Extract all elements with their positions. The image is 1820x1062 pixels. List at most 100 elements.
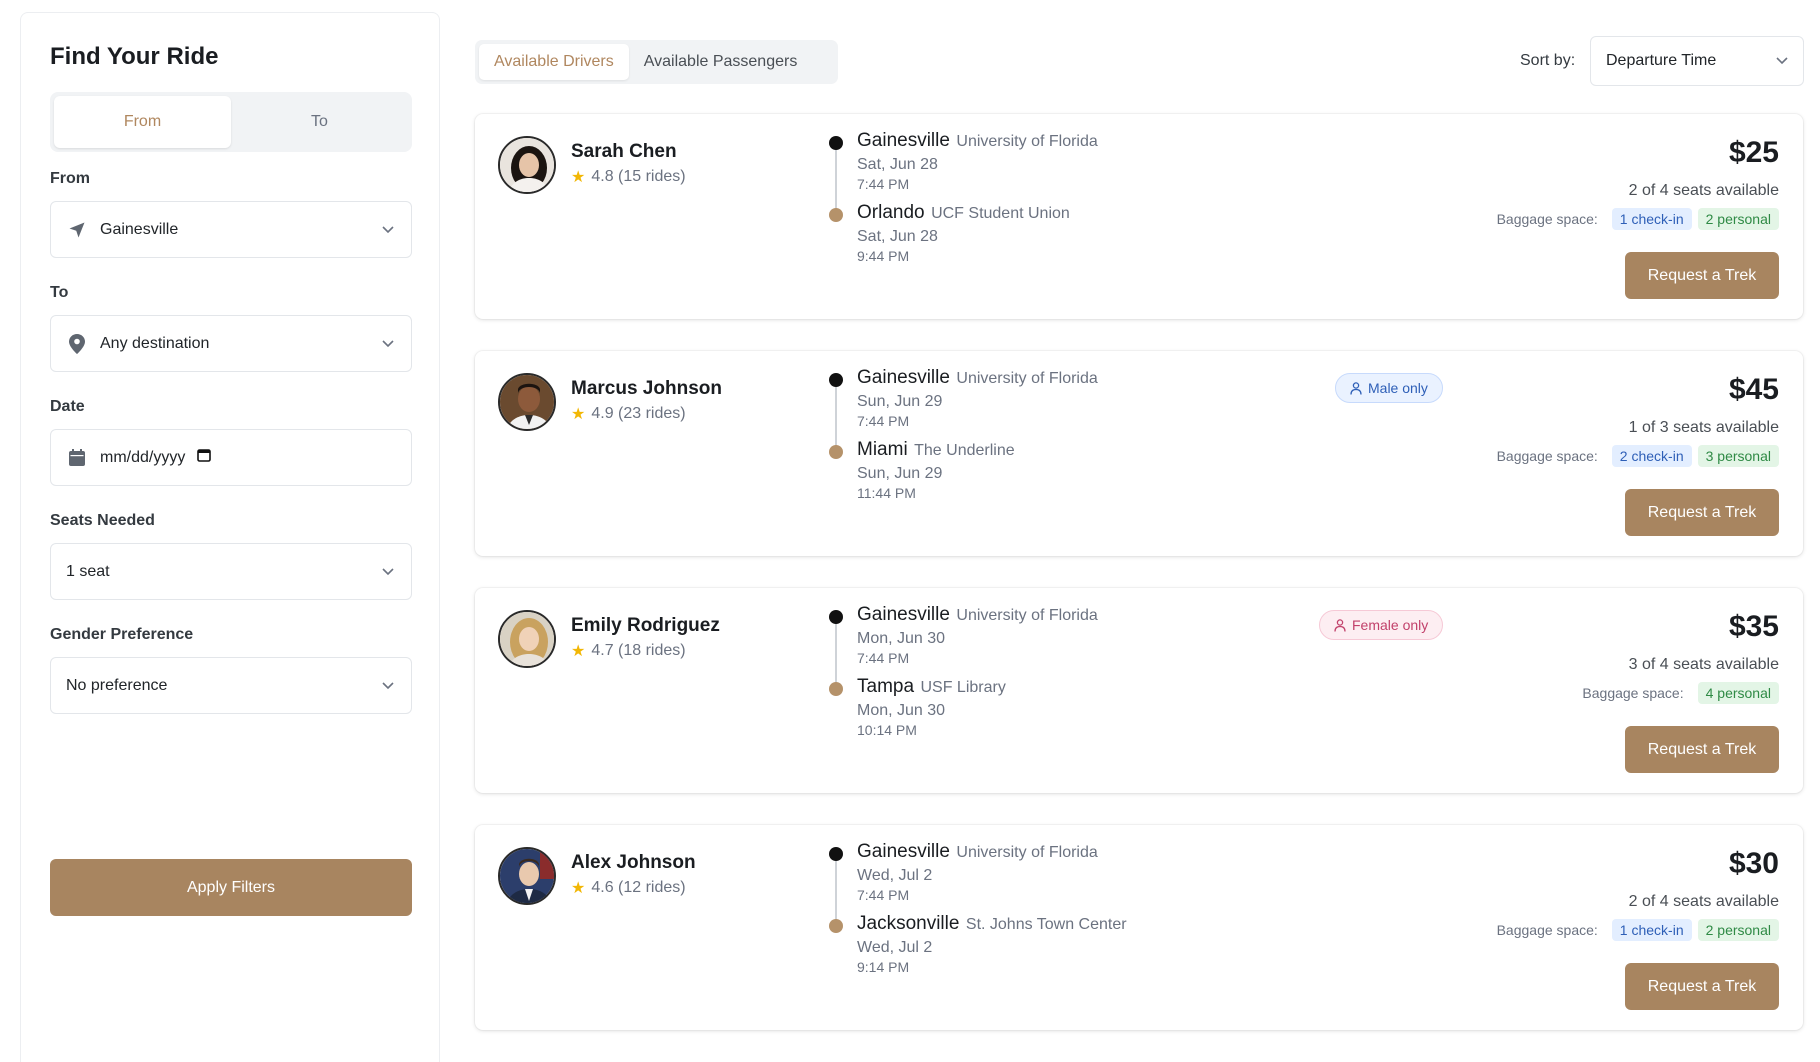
request-trek-button[interactable]: Request a Trek (1625, 489, 1779, 536)
baggage-space: Baggage space: 2 check-in 3 personal (1497, 445, 1779, 467)
destination-dot (829, 682, 843, 696)
avatar (498, 136, 556, 194)
date-picker-icon[interactable] (197, 448, 212, 467)
date-placeholder: mm/dd/yyyy (100, 448, 186, 466)
destination-stop: Jacksonville St. Johns Town Center Wed, … (857, 913, 1127, 975)
origin-stop: Gainesville University of Florida Sat, J… (857, 130, 1098, 192)
origin-date: Wed, Jul 2 (857, 867, 933, 884)
origin-time: 7:44 PM (857, 176, 910, 192)
ride-price: $35 (1728, 610, 1779, 643)
seats-select[interactable]: 1 seat (50, 543, 412, 600)
origin-place: University of Florida (956, 844, 1098, 861)
driver-rating: ★ 4.9 (23 rides) (571, 404, 686, 424)
personal-chip: 2 personal (1697, 208, 1779, 230)
route-line (835, 144, 837, 214)
seats-available: 2 of 4 seats available (1628, 182, 1779, 199)
destination-city: Orlando (857, 202, 925, 223)
sort-select[interactable]: Departure Time (1590, 36, 1804, 86)
ride-price: $25 (1728, 136, 1779, 169)
sort-label: Sort by: (1520, 52, 1576, 69)
destination-date: Sat, Jun 28 (857, 228, 938, 245)
route-line (835, 855, 837, 925)
chevron-down-icon (380, 678, 396, 694)
destination-place: The Underline (914, 442, 1015, 459)
avatar (498, 847, 556, 905)
destination-stop: Tampa USF Library Mon, Jun 30 10:14 PM (857, 676, 1006, 738)
star-icon: ★ (571, 880, 586, 897)
origin-dot (829, 610, 843, 624)
destination-place: UCF Student Union (931, 205, 1070, 222)
destination-date: Wed, Jul 2 (857, 939, 933, 956)
destination-time: 10:14 PM (857, 722, 917, 738)
tab-available-drivers[interactable]: Available Drivers (479, 44, 629, 80)
destination-date: Sun, Jun 29 (857, 465, 943, 482)
personal-chip: 4 personal (1697, 682, 1779, 704)
baggage-space: Baggage space: 1 check-in 2 personal (1497, 919, 1779, 941)
gender-select[interactable]: No preference (50, 657, 412, 714)
toggle-from[interactable]: From (54, 96, 231, 148)
gender-badge: Female only (1319, 610, 1444, 640)
seats-available: 2 of 4 seats available (1628, 893, 1779, 910)
rating-text: 4.9 (23 rides) (591, 405, 686, 422)
date-input[interactable]: mm/dd/yyyy (50, 429, 412, 486)
seats-available: 1 of 3 seats available (1628, 419, 1779, 436)
to-label: To (50, 284, 69, 301)
toggle-to[interactable]: To (231, 96, 408, 148)
origin-stop: Gainesville University of Florida Mon, J… (857, 604, 1098, 666)
date-label: Date (50, 398, 85, 415)
driver-name: Emily Rodriguez (571, 615, 720, 636)
driver-rating: ★ 4.7 (18 rides) (571, 641, 686, 661)
baggage-space: Baggage space: 4 personal (1582, 682, 1779, 704)
driver-rating: ★ 4.8 (15 rides) (571, 167, 686, 187)
destination-date: Mon, Jun 30 (857, 702, 946, 719)
filter-sidebar: Find Your Ride From To From Gainesville … (20, 12, 440, 1062)
baggage-space: Baggage space: 1 check-in 2 personal (1497, 208, 1779, 230)
origin-date: Sun, Jun 29 (857, 393, 943, 410)
from-label: From (50, 170, 90, 187)
request-trek-button[interactable]: Request a Trek (1625, 252, 1779, 299)
checkin-chip: 1 check-in (1611, 208, 1692, 230)
origin-city: Gainesville (857, 367, 950, 388)
apply-filters-button[interactable]: Apply Filters (50, 859, 412, 916)
gender-badge: Male only (1335, 373, 1443, 403)
origin-dot (829, 847, 843, 861)
calendar-icon (66, 447, 88, 469)
destination-time: 9:44 PM (857, 248, 910, 264)
route-line (835, 381, 837, 451)
origin-city: Gainesville (857, 130, 950, 151)
destination-stop: Orlando UCF Student Union Sat, Jun 28 9:… (857, 202, 1070, 264)
chevron-down-icon (380, 564, 396, 580)
personal-chip: 3 personal (1697, 445, 1779, 467)
baggage-label: Baggage space: (1496, 211, 1598, 227)
tab-available-passengers[interactable]: Available Passengers (629, 44, 813, 80)
sort-value: Departure Time (1606, 52, 1717, 69)
request-trek-button[interactable]: Request a Trek (1625, 726, 1779, 773)
chevron-down-icon (1776, 52, 1788, 70)
avatar (498, 610, 556, 668)
seats-value: 1 seat (66, 562, 110, 580)
origin-dot (829, 373, 843, 387)
baggage-label: Baggage space: (1496, 922, 1598, 938)
chevron-down-icon (380, 222, 396, 238)
star-icon: ★ (571, 169, 586, 186)
star-icon: ★ (571, 643, 586, 660)
origin-time: 7:44 PM (857, 413, 910, 429)
person-icon (1334, 618, 1346, 632)
to-select[interactable]: Any destination (50, 315, 412, 372)
star-icon: ★ (571, 406, 586, 423)
rating-text: 4.6 (12 rides) (591, 879, 686, 896)
checkin-chip: 2 check-in (1611, 445, 1692, 467)
from-select[interactable]: Gainesville (50, 201, 412, 258)
destination-city: Jacksonville (857, 913, 960, 934)
destination-time: 9:14 PM (857, 959, 910, 975)
gender-badge-label: Female only (1352, 617, 1429, 633)
destination-stop: Miami The Underline Sun, Jun 29 11:44 PM (857, 439, 1015, 501)
chevron-down-icon (380, 336, 396, 352)
request-trek-button[interactable]: Request a Trek (1625, 963, 1779, 1010)
driver-name: Alex Johnson (571, 852, 696, 873)
destination-city: Miami (857, 439, 908, 460)
driver-rating: ★ 4.6 (12 rides) (571, 878, 686, 898)
driver-name: Sarah Chen (571, 141, 677, 162)
checkin-chip: 1 check-in (1611, 919, 1692, 941)
navigation-arrow-icon (66, 219, 88, 241)
